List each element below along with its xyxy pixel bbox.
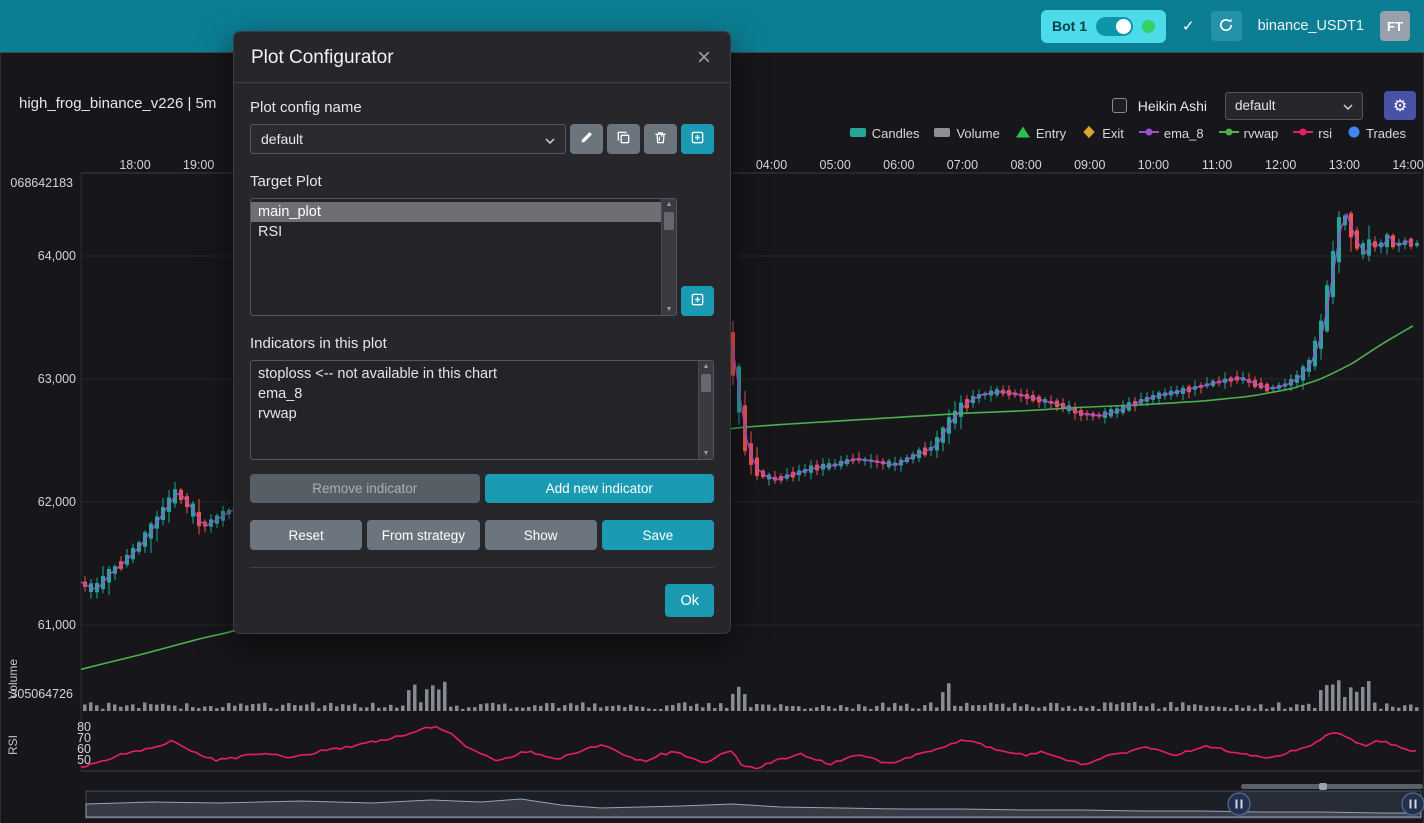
scroll-up-icon[interactable]: ▲: [703, 363, 710, 370]
rect-marker-icon: [850, 125, 867, 142]
svg-text:10:00: 10:00: [1138, 158, 1169, 172]
check-icon: ✓: [1182, 17, 1195, 35]
linedot-marker-icon: [1219, 125, 1239, 142]
svg-text:63,000: 63,000: [38, 372, 76, 386]
svg-text:19:00: 19:00: [183, 158, 214, 172]
rename-config-button[interactable]: [570, 124, 603, 154]
svg-text:18:00: 18:00: [119, 158, 150, 172]
target-list-scrollbar[interactable]: ▲ ▼: [661, 199, 676, 315]
legend-item-rsi[interactable]: rsi: [1293, 125, 1332, 142]
heikin-ashi-label: Heikin Ashi: [1138, 98, 1207, 114]
target-plot-option[interactable]: RSI: [251, 222, 661, 242]
svg-text:04:00: 04:00: [756, 158, 787, 172]
target-plot-option[interactable]: main_plot: [251, 202, 661, 222]
scrollbar-thumb[interactable]: [701, 374, 711, 392]
gear-icon: ⚙: [1393, 96, 1407, 116]
svg-text:08:00: 08:00: [1010, 158, 1041, 172]
linedot-marker-icon: [1293, 125, 1313, 142]
indicators-list: stoploss <-- not available in this chart…: [250, 360, 714, 460]
svg-text:14:00: 14:00: [1392, 158, 1423, 172]
ft-avatar[interactable]: FT: [1380, 11, 1410, 41]
plot-settings-button[interactable]: ⚙: [1384, 91, 1416, 120]
svg-text:12:00: 12:00: [1265, 158, 1296, 172]
bot-selector[interactable]: Bot 1: [1041, 10, 1166, 43]
legend-item-volume[interactable]: Volume: [934, 125, 999, 142]
chevron-down-icon: [1343, 98, 1353, 113]
legend-item-exit[interactable]: Exit: [1081, 125, 1124, 142]
indicators-label: Indicators in this plot: [250, 335, 714, 352]
scrollbar-thumb[interactable]: [664, 212, 674, 230]
plus-square-icon: [690, 130, 705, 148]
datazoom-handle-left[interactable]: [1228, 793, 1250, 815]
indicators-list-scrollbar[interactable]: ▲ ▼: [698, 361, 713, 459]
circle-marker-icon: [1347, 125, 1361, 142]
svg-text:61,000: 61,000: [38, 618, 76, 632]
add-config-button[interactable]: [681, 124, 714, 154]
diamond-marker-icon: [1081, 125, 1097, 142]
triangle-marker-icon: [1015, 125, 1031, 142]
legend-item-candles[interactable]: Candles: [850, 125, 920, 142]
svg-text:Volume: Volume: [6, 659, 20, 699]
exchange-account-label[interactable]: binance_USDT1: [1258, 18, 1364, 34]
pencil-icon: [579, 130, 594, 148]
svg-text:09:00: 09:00: [1074, 158, 1105, 172]
heikin-ashi-checkbox[interactable]: [1112, 98, 1127, 113]
rect-marker-icon: [934, 125, 951, 142]
show-button[interactable]: Show: [485, 520, 597, 550]
indicator-option[interactable]: stoploss <-- not available in this chart: [251, 364, 698, 384]
duplicate-config-button[interactable]: [607, 124, 640, 154]
svg-text:RSI: RSI: [6, 735, 20, 755]
legend-item-rvwap[interactable]: rvwap: [1219, 125, 1279, 142]
svg-text:62,000: 62,000: [38, 495, 76, 509]
svg-text:068642183: 068642183: [10, 176, 73, 190]
svg-text:07:00: 07:00: [947, 158, 978, 172]
svg-text:05:00: 05:00: [820, 158, 851, 172]
chart-legend: Candles Volume Entry Exit ema_8 rvwap rsi Trade…: [850, 125, 1406, 142]
svg-text:11:00: 11:00: [1202, 158, 1232, 172]
save-button[interactable]: Save: [602, 520, 714, 550]
dialog-title: Plot Configurator: [251, 47, 394, 69]
plot-configurator-dialog: Plot Configurator × Plot config name def…: [233, 31, 731, 634]
copy-icon: [616, 130, 631, 148]
legend-item-ema_8[interactable]: ema_8: [1139, 125, 1204, 142]
reset-button[interactable]: Reset: [250, 520, 362, 550]
svg-text:06:00: 06:00: [883, 158, 914, 172]
svg-text:13:00: 13:00: [1329, 158, 1360, 172]
target-plot-list: main_plotRSI ▲ ▼: [250, 198, 677, 316]
refresh-icon: [1218, 17, 1234, 36]
scroll-down-icon[interactable]: ▼: [703, 450, 710, 457]
legend-item-trades[interactable]: Trades: [1347, 125, 1406, 142]
scroll-down-icon[interactable]: ▼: [666, 306, 673, 313]
delete-config-button[interactable]: [644, 124, 677, 154]
datazoom-handle-right[interactable]: [1402, 793, 1424, 815]
chevron-down-icon: [545, 131, 555, 147]
svg-text:64,000: 64,000: [38, 249, 76, 263]
chart-pair-title: high_frog_binance_v226 | 5m: [19, 95, 216, 112]
target-plot-label: Target Plot: [250, 173, 714, 190]
ok-button[interactable]: Ok: [665, 584, 714, 617]
legend-item-entry[interactable]: Entry: [1015, 125, 1066, 142]
scroll-up-icon[interactable]: ▲: [666, 201, 673, 208]
linedot-marker-icon: [1139, 125, 1159, 142]
plot-config-quick-select[interactable]: default: [1225, 92, 1363, 120]
add-target-plot-button[interactable]: [681, 286, 714, 316]
add-new-indicator-button[interactable]: Add new indicator: [485, 474, 715, 503]
bot-online-dot: [1142, 20, 1155, 33]
close-icon[interactable]: ×: [695, 48, 713, 68]
bot-name-label: Bot 1: [1052, 18, 1087, 34]
trash-icon: [653, 130, 668, 148]
bot-enable-toggle[interactable]: [1096, 17, 1133, 36]
refresh-button[interactable]: [1211, 11, 1242, 41]
indicator-option[interactable]: ema_8: [251, 384, 698, 404]
plot-config-name-label: Plot config name: [250, 99, 714, 116]
plus-square-icon: [690, 292, 705, 310]
from-strategy-button[interactable]: From strategy: [367, 520, 479, 550]
remove-indicator-button[interactable]: Remove indicator: [250, 474, 480, 503]
plot-config-name-select[interactable]: default: [250, 124, 566, 154]
indicator-option[interactable]: rvwap: [251, 404, 698, 424]
